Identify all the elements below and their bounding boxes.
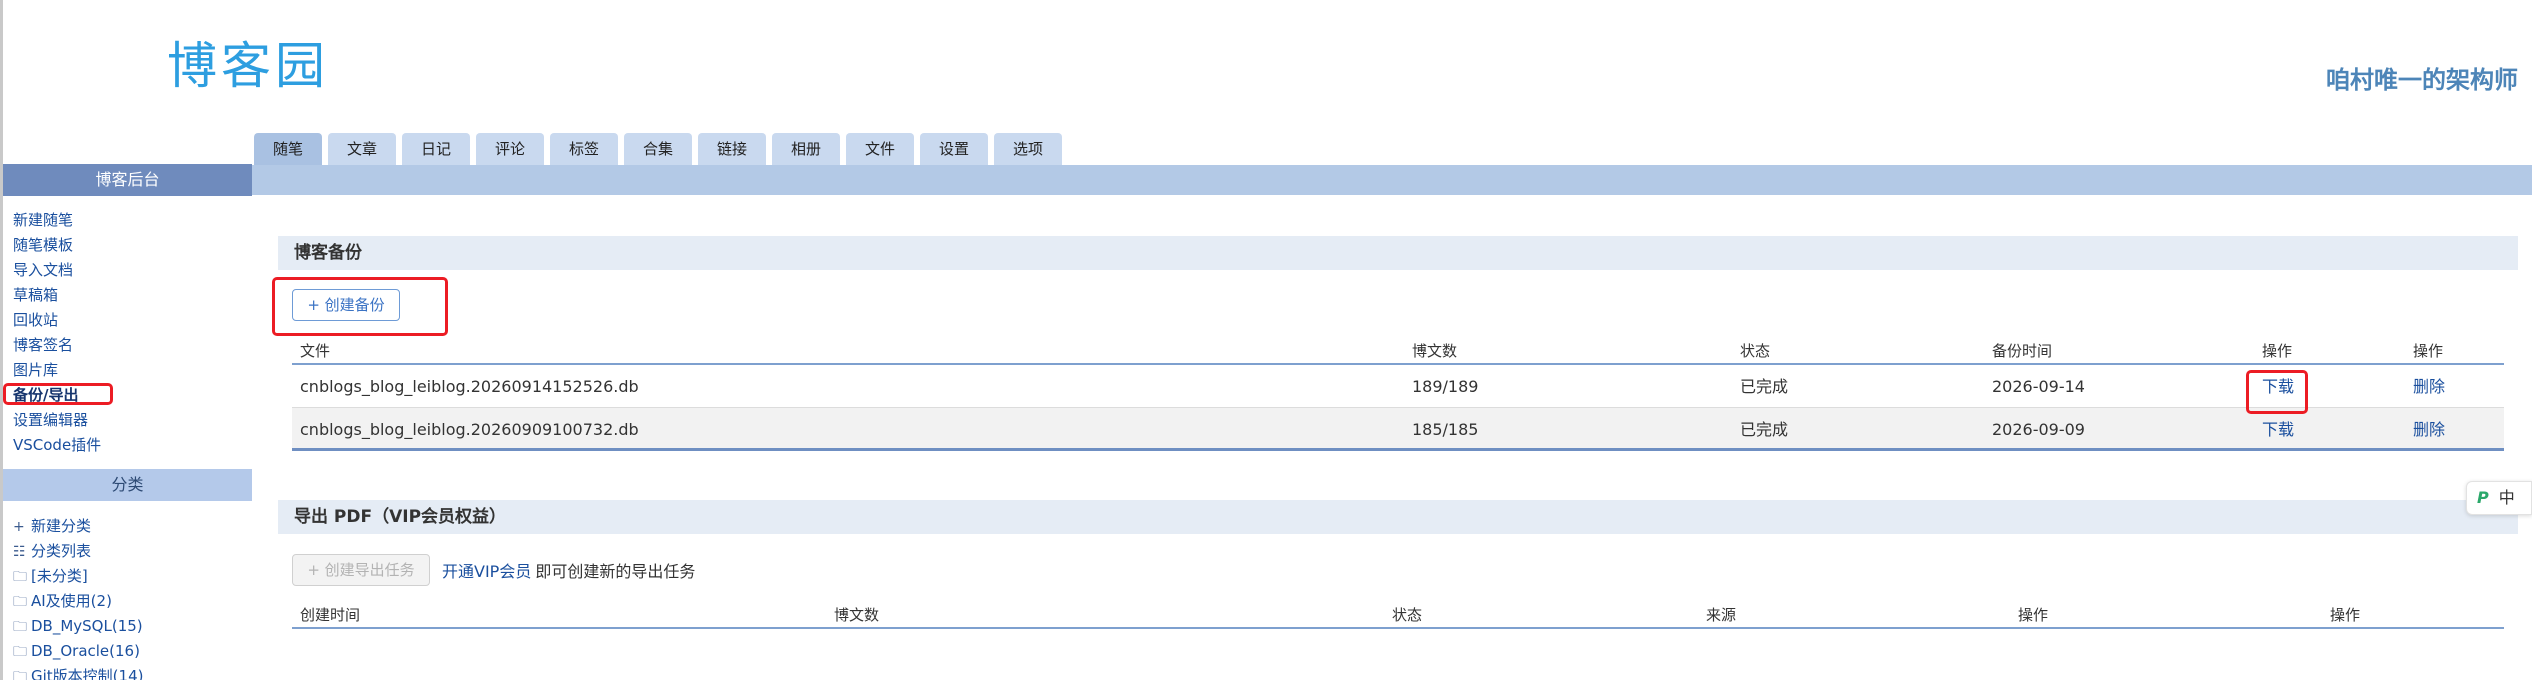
sidebar-admin-header: 博客后台 [3, 164, 252, 196]
column-header-action: 操作 [2413, 342, 2444, 360]
sidebar-admin-list: 新建随笔 随笔模板 导入文档 草稿箱 回收站 博客签名 图片库 备份/导出 设置… [13, 208, 101, 458]
sidebar-item-label: 分类列表 [31, 542, 92, 560]
sidebar-item-category-ai[interactable]: 🗀 AI及使用(2) [13, 589, 143, 614]
tab-posts[interactable]: 随笔 [254, 133, 322, 165]
vip-notice-text: 即可创建新的导出任务 [535, 562, 696, 581]
column-header-file: 文件 [300, 342, 331, 360]
folder-icon: 🗀 [13, 569, 27, 585]
create-backup-button[interactable]: + 创建备份 [292, 289, 400, 321]
tab-links[interactable]: 链接 [698, 133, 766, 165]
sidebar-item-signature[interactable]: 博客签名 [13, 333, 101, 358]
vip-notice: 开通VIP会员 即可创建新的导出任务 [442, 558, 695, 582]
backup-section-title: 博客备份 [278, 236, 2518, 270]
tab-bar: 随笔 文章 日记 评论 标签 合集 链接 相册 文件 设置 选项 [254, 133, 1068, 165]
folder-icon: 🗀 [13, 594, 27, 610]
tab-options[interactable]: 选项 [994, 133, 1062, 165]
sidebar-item-label: Git版本控制(14) [31, 667, 144, 680]
column-header-action: 操作 [2330, 606, 2361, 624]
delete-link[interactable]: 删除 [2413, 408, 2445, 451]
column-header-backup-time: 备份时间 [1992, 342, 2053, 360]
delete-link[interactable]: 删除 [2413, 365, 2445, 408]
backup-table-header: 文件 博文数 状态 备份时间 操作 操作 [292, 337, 2504, 365]
backup-status: 已完成 [1740, 420, 1789, 439]
sidebar-category-list: + 新建分类 ☷ 分类列表 🗀 [未分类] 🗀 AI及使用(2) 🗀 DB_MySQL(1… [13, 514, 143, 680]
folder-icon: 🗀 [13, 644, 27, 660]
backup-table: 文件 博文数 状态 备份时间 操作 操作 cnblogs_blog_leiblo… [292, 337, 2504, 451]
sidebar-item-label: AI及使用(2) [31, 592, 112, 610]
sidebar-item-category-mysql[interactable]: 🗀 DB_MySQL(15) [13, 614, 143, 639]
sidebar-item-recycle-bin[interactable]: 回收站 [13, 308, 101, 333]
backup-file-name: cnblogs_blog_leiblog.20260909100732.db [300, 420, 639, 439]
create-export-task-button[interactable]: + 创建导出任务 [292, 554, 430, 586]
table-row: cnblogs_blog_leiblog.20260909100732.db 1… [292, 408, 2504, 451]
download-link[interactable]: 下载 [2262, 408, 2294, 451]
sidebar-item-editor-settings[interactable]: 设置编辑器 [13, 408, 101, 433]
vip-link[interactable]: 开通VIP会员 [442, 562, 531, 581]
tab-comments[interactable]: 评论 [476, 133, 544, 165]
backup-time: 2026-09-14 [1992, 377, 2085, 396]
backup-time: 2026-09-09 [1992, 420, 2085, 439]
table-row: cnblogs_blog_leiblog.20260914152526.db 1… [292, 365, 2504, 408]
sidebar-item-uncategorized[interactable]: 🗀 [未分类] [13, 564, 143, 589]
sidebar-item-new-category[interactable]: + 新建分类 [13, 514, 143, 539]
column-header-post-count: 博文数 [834, 606, 880, 624]
sidebar-item-import[interactable]: 导入文档 [13, 258, 101, 283]
tab-collections[interactable]: 合集 [624, 133, 692, 165]
column-header-status: 状态 [1740, 342, 1771, 360]
backup-status: 已完成 [1740, 377, 1789, 396]
sidebar-item-vscode-plugin[interactable]: VSCode插件 [13, 433, 101, 458]
column-header-post-count: 博文数 [1412, 342, 1458, 360]
folder-icon: 🗀 [13, 619, 27, 635]
window-left-edge [0, 0, 3, 680]
list-icon: ☷ [13, 544, 26, 560]
column-header-created-time: 创建时间 [300, 606, 361, 624]
pdf-section-title: 导出 PDF（VIP会员权益） [278, 500, 2518, 534]
sidebar-item-label: [未分类] [31, 567, 88, 585]
plus-icon: + [13, 519, 25, 535]
sidebar-item-post-template[interactable]: 随笔模板 [13, 233, 101, 258]
pdf-table-header: 创建时间 博文数 状态 来源 操作 操作 [292, 601, 2504, 629]
tab-albums[interactable]: 相册 [772, 133, 840, 165]
column-header-status: 状态 [1392, 606, 1423, 624]
tab-content-band [252, 165, 2532, 195]
backup-post-count: 185/185 [1412, 420, 1479, 439]
column-header-action: 操作 [2018, 606, 2049, 624]
cnblogs-logo[interactable]: 博客园 [167, 36, 329, 96]
sidebar-item-backup-export[interactable]: 备份/导出 [13, 383, 101, 408]
tab-tags[interactable]: 标签 [550, 133, 618, 165]
column-header-action: 操作 [2262, 342, 2293, 360]
blog-name[interactable]: 咱村唯一的架构师 [2326, 60, 2518, 95]
input-method-logo-icon: P [2477, 488, 2489, 507]
sidebar-item-category-list[interactable]: ☷ 分类列表 [13, 539, 143, 564]
sidebar-item-label: DB_MySQL(15) [31, 617, 143, 635]
backup-file-name: cnblogs_blog_leiblog.20260914152526.db [300, 377, 639, 396]
sidebar-item-drafts[interactable]: 草稿箱 [13, 283, 101, 308]
folder-icon: 🗀 [13, 669, 27, 680]
tab-settings[interactable]: 设置 [920, 133, 988, 165]
sidebar-item-new-post[interactable]: 新建随笔 [13, 208, 101, 233]
sidebar-item-image-library[interactable]: 图片库 [13, 358, 101, 383]
floating-input-widget[interactable]: P中 [2466, 481, 2532, 515]
download-link[interactable]: 下载 [2262, 365, 2294, 408]
column-header-source: 来源 [1706, 606, 1737, 624]
tab-diary[interactable]: 日记 [402, 133, 470, 165]
pdf-table: 创建时间 博文数 状态 来源 操作 操作 [292, 601, 2504, 629]
tab-files[interactable]: 文件 [846, 133, 914, 165]
sidebar-item-label: 新建分类 [31, 517, 92, 535]
sidebar-category-header: 分类 [3, 469, 252, 501]
sidebar-item-label: DB_Oracle(16) [31, 642, 140, 660]
sidebar-item-category-oracle[interactable]: 🗀 DB_Oracle(16) [13, 639, 143, 664]
input-language-label: 中 [2498, 488, 2515, 507]
backup-post-count: 189/189 [1412, 377, 1479, 396]
sidebar-item-category-git[interactable]: 🗀 Git版本控制(14) [13, 664, 143, 680]
tab-articles[interactable]: 文章 [328, 133, 396, 165]
